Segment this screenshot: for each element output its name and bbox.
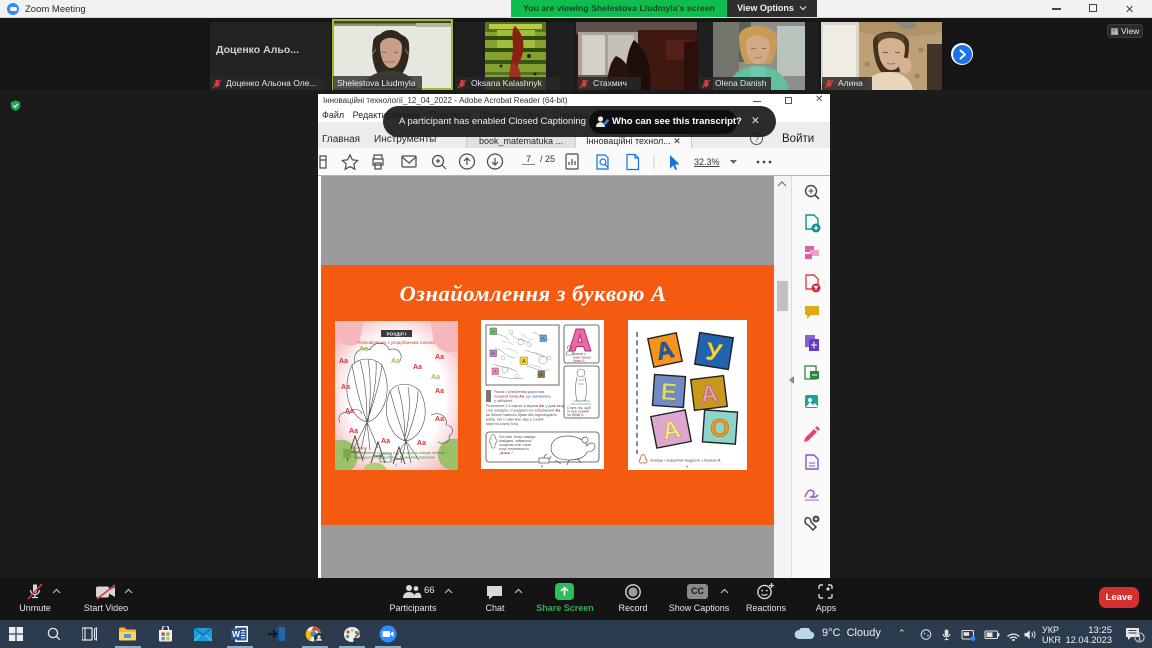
svg-text:Е: Е (660, 378, 678, 406)
svg-text:Аа: Аа (381, 438, 390, 445)
svg-text:Познайомся з буквою Аа, що про: Познайомся з буквою Аа, що просто плицю … (354, 451, 445, 455)
svg-text:Аа: Аа (391, 358, 400, 365)
svg-text:Аа: Аа (417, 440, 426, 447)
svg-text:букву А.: букву А. (573, 359, 586, 363)
svg-text:Аа: Аа (345, 408, 354, 415)
svg-text:парацього. Розфарбуйте. Розмал: парацього. Розфарбуйте. Розмалюй повітря… (354, 456, 435, 460)
svg-text:Аа: Аа (413, 364, 422, 371)
svg-text:на букву А.: на букву А. (567, 413, 584, 417)
svg-text:А: А (699, 380, 720, 409)
svg-text:пошукай букву Аа, що заховалас: пошукай букву Аа, що заховалась (494, 395, 551, 399)
svg-text:W: W (232, 629, 241, 639)
svg-text:у лабіринті.: у лабіринті. (494, 399, 513, 403)
svg-text:1: 1 (1137, 633, 1142, 643)
svg-text:Аа: Аа (349, 428, 358, 435)
svg-text:Аа: Аа (435, 388, 444, 395)
svg-text:Аа: Аа (435, 416, 444, 423)
svg-text:вибір, так І-і звук має звук у: вибір, так І-і звук має звук у словій (486, 418, 543, 422)
svg-text:Аа: Аа (339, 358, 348, 365)
svg-text:Розповідаємо з уподобанням гол: Розповідаємо з уподобанням голосні (357, 340, 434, 345)
svg-text:Розгляньте 2-4 картки зі звуко: Розгляньте 2-4 картки зі звуком Аа, у до… (486, 404, 572, 408)
svg-text:якую на кожну хочу.: якую на кожну хочу. (486, 422, 519, 426)
svg-text:ви бачите навколо букви або ві: ви бачите навколо букви або відповідають (486, 413, 557, 417)
svg-text:стіні знайдіть ті предмети чи: стіні знайдіть ті предмети чи зображення… (486, 409, 561, 413)
svg-text:„А-а-а...”: „А-а-а...” (499, 451, 514, 455)
svg-text:Аа: Аа (431, 374, 440, 381)
svg-text:Знайди і зафарбуй квадрати з б: Знайди і зафарбуй квадрати з буквою А. (650, 459, 722, 463)
svg-text:32.3%: 32.3% (694, 157, 720, 167)
svg-text:Аа: Аа (435, 354, 444, 361)
svg-text:Аа: Аа (359, 346, 368, 353)
svg-text:РОЗДІЛ І: РОЗДІЛ І (387, 331, 407, 336)
svg-text:Разом з улюбленим дорослим: Разом з улюбленим дорослим (494, 390, 545, 394)
svg-text:А: А (522, 359, 526, 365)
svg-text:Аа: Аа (341, 384, 350, 391)
svg-text:О: О (709, 414, 730, 443)
